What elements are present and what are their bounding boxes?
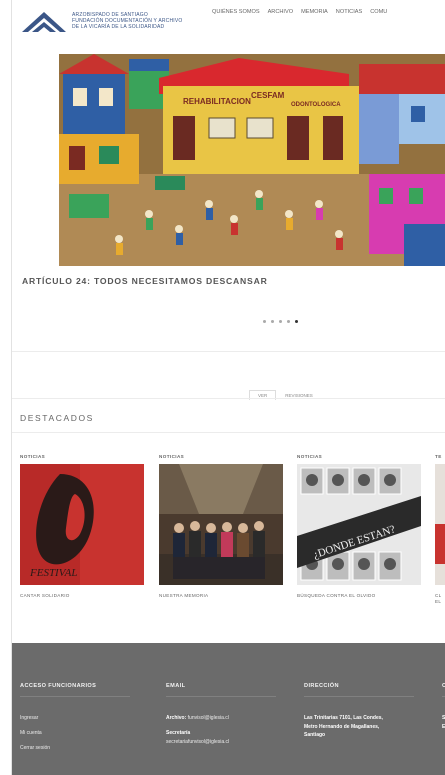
login-link[interactable]: Ingresar: [20, 714, 130, 723]
left-frame: [0, 0, 12, 775]
slider-dot-1[interactable]: [263, 320, 266, 323]
slider-dot-5-active[interactable]: [295, 320, 298, 323]
hero-slide-image[interactable]: REHABILITACION CESFAM ODONTOLOGICA: [59, 54, 445, 266]
address-line: Las Trinitarias 7101, Las Condes,: [304, 715, 383, 721]
nav-comunicaciones[interactable]: COMU: [370, 9, 387, 15]
site-footer: ACCESO FUNCIONARIOS Ingresar Mi cuenta C…: [12, 643, 445, 775]
card-image[interactable]: [159, 464, 283, 585]
slider-dot-4[interactable]: [287, 320, 290, 323]
card-category: TE: [435, 454, 442, 459]
email-label: Secretaría: [166, 730, 191, 736]
hero-title[interactable]: ARTÍCULO 24: TODOS NECESITAMOS DESCANSAR: [22, 276, 268, 286]
site-header: ARZOBISPADO DE SANTIAGO FUNDACIÓN DOCUME…: [12, 0, 445, 46]
footer-email-list: Archivo: funvisol@iglesia.cl Secretaría …: [166, 714, 276, 746]
card[interactable]: TE CL EL: [435, 454, 445, 605]
card[interactable]: NOTICIAS NUESTRA MEMORIA: [159, 454, 283, 598]
footer-access-column: ACCESO FUNCIONARIOS Ingresar Mi cuenta C…: [20, 683, 130, 759]
card-title[interactable]: CL EL: [435, 593, 445, 605]
footer-heading: DIRECCIÓN: [304, 683, 339, 689]
card-title[interactable]: CANTAR SOLIDARIO: [20, 593, 144, 598]
footer-divider: [304, 696, 414, 697]
card-category: NOTICIAS: [20, 454, 46, 459]
footer-links: Ingresar Mi cuenta Cerrar sesión: [20, 714, 130, 753]
logo-icon[interactable]: [20, 10, 68, 34]
footer-divider: [20, 696, 130, 697]
card[interactable]: NOTICIAS FESTIVAL CANTAR SOLIDARIO: [20, 454, 144, 598]
featured-cards: NOTICIAS FESTIVAL CANTAR SOLIDARIO NOTIC…: [20, 454, 445, 614]
footer-heading: EMAIL: [166, 683, 186, 689]
main-nav: QUIÉNES SOMOS ARCHIVO MEMORIA NOTICIAS C…: [212, 9, 387, 15]
card-image[interactable]: [435, 464, 445, 585]
card-image[interactable]: ¿DONDE ESTAN?: [297, 464, 421, 585]
slider-dot-3[interactable]: [279, 320, 282, 323]
address-line: Metro Hernando de Magallanes,: [304, 723, 380, 730]
email-secretary: Secretaría secretariafunvisol@iglesia.cl: [166, 729, 276, 746]
my-account-link[interactable]: Mi cuenta: [20, 729, 130, 738]
card-image[interactable]: FESTIVAL: [20, 464, 144, 585]
footer-heading: ACCESO FUNCIONARIOS: [20, 683, 97, 689]
card-image-text: FESTIVAL: [29, 567, 77, 579]
card-category: NOTICIAS: [297, 454, 323, 459]
nav-noticias[interactable]: NOTICIAS: [336, 9, 362, 15]
hero-banner-text-2: CESFAM: [251, 91, 285, 100]
slider-dots: [263, 320, 298, 323]
divider: [12, 398, 445, 399]
nav-quienes-somos[interactable]: QUIÉNES SOMOS: [212, 9, 260, 15]
footer-divider: [166, 696, 276, 697]
address-line: Santiago: [304, 732, 326, 738]
logout-link[interactable]: Cerrar sesión: [20, 744, 130, 753]
section-title: DESTACADOS: [20, 413, 94, 423]
org-name[interactable]: ARZOBISPADO DE SANTIAGO FUNDACIÓN DOCUME…: [72, 12, 183, 30]
card[interactable]: NOTICIAS ¿DONDE ESTAN? BÚSQUEDA CONTRA E…: [297, 454, 421, 598]
email-secretary-link[interactable]: secretariafunvisol@iglesia.cl: [166, 739, 229, 745]
card-title[interactable]: NUESTRA MEMORIA: [159, 593, 283, 598]
nav-archivo[interactable]: ARCHIVO: [268, 9, 294, 15]
footer-email-column: EMAIL Archivo: funvisol@iglesia.cl Secre…: [166, 683, 276, 753]
nav-memoria[interactable]: MEMORIA: [301, 9, 328, 15]
divider: [12, 432, 445, 433]
card-category: NOTICIAS: [159, 454, 185, 459]
hero-banner-text: REHABILITACION: [183, 97, 251, 106]
footer-address: Las Trinitarias 7101, Las Condes, Metro …: [304, 714, 414, 740]
email-archive: Archivo: funvisol@iglesia.cl: [166, 714, 276, 723]
org-line-3: DE LA VICARÍA DE LA SOLIDARIDAD: [72, 24, 165, 30]
slider-dot-2[interactable]: [271, 320, 274, 323]
divider: [12, 351, 445, 352]
email-label: Archivo:: [166, 715, 187, 721]
footer-address-column: DIRECCIÓN Las Trinitarias 7101, Las Cond…: [304, 683, 414, 740]
card-title[interactable]: BÚSQUEDA CONTRA EL OLVIDO: [297, 593, 421, 598]
email-archive-link[interactable]: funvisol@iglesia.cl: [188, 715, 229, 721]
hero-banner-text-3: ODONTOLOGICA: [291, 102, 341, 108]
